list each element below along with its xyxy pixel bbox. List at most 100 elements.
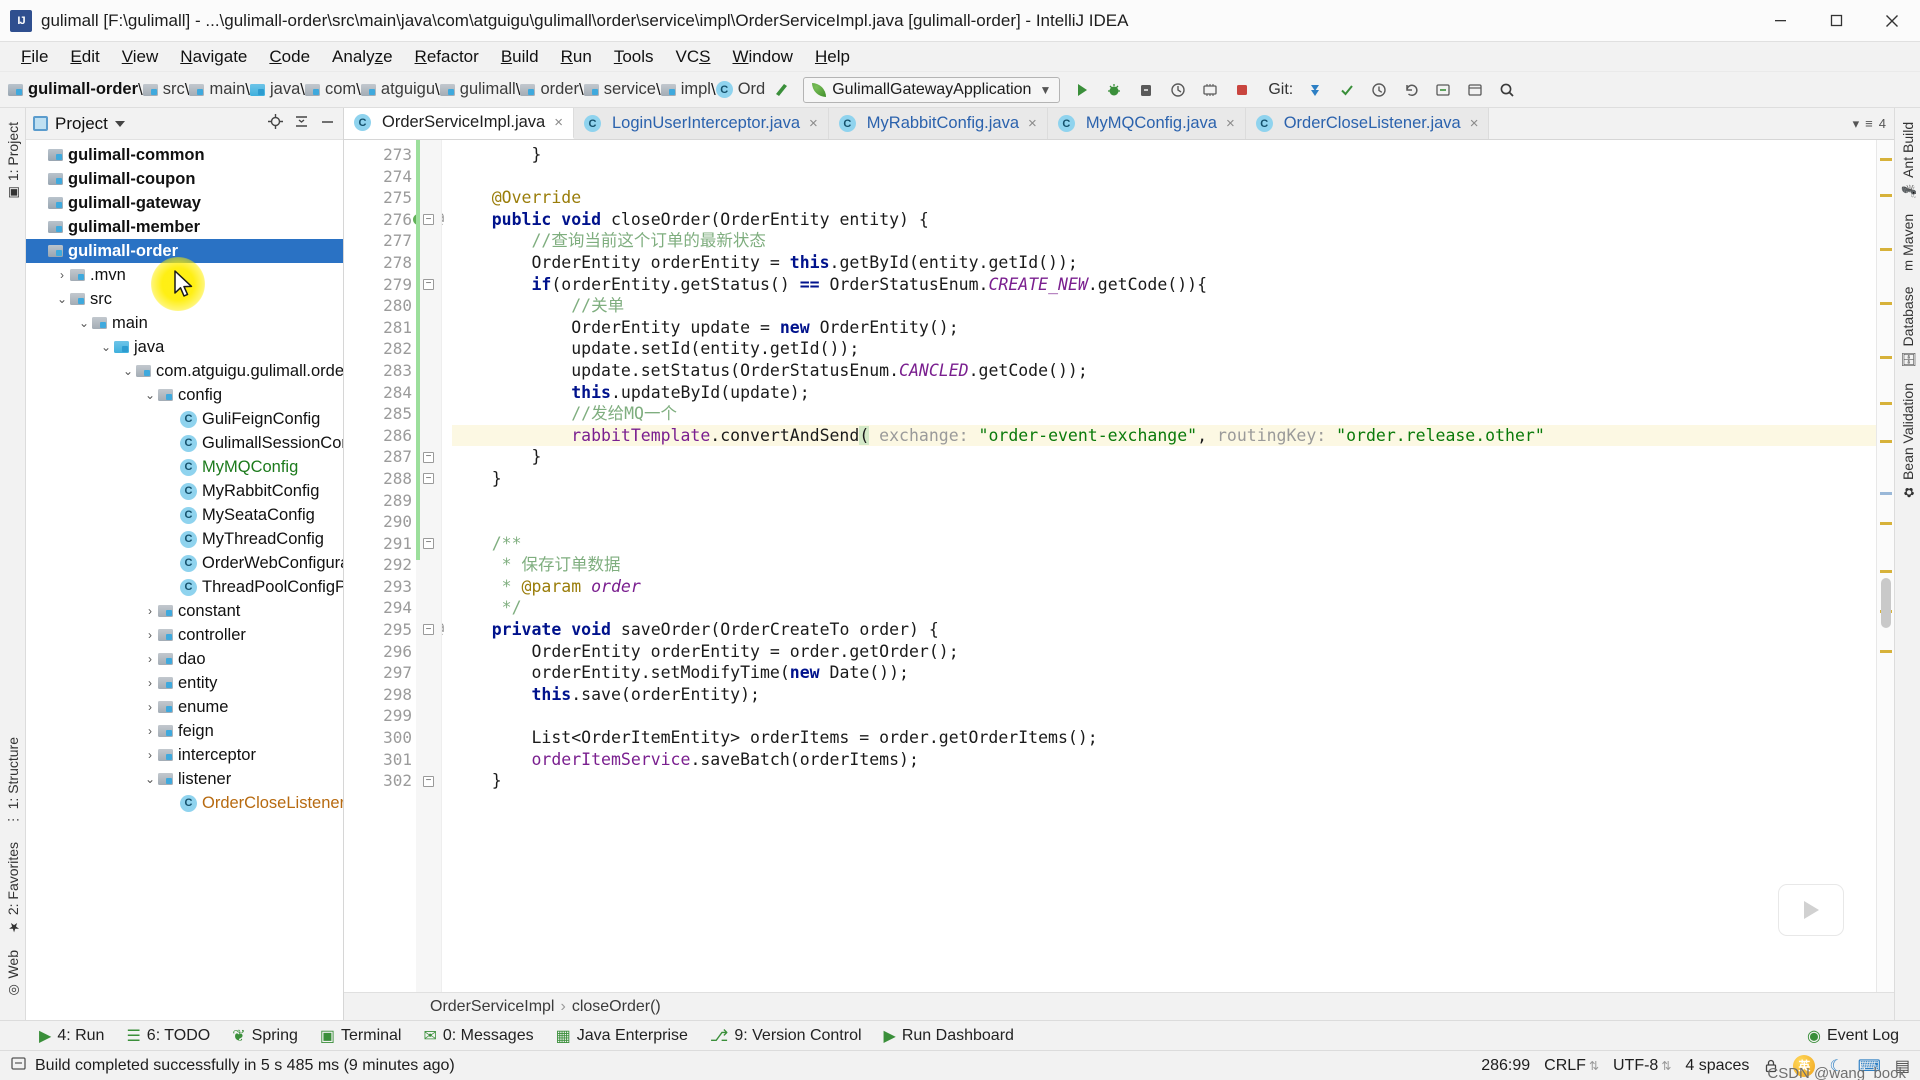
code-fold-toggle[interactable]: − (423, 624, 434, 636)
sidebar-item-web[interactable]: ◎ Web (3, 942, 23, 1006)
close-icon[interactable]: × (1028, 115, 1037, 132)
menu-help[interactable]: Help (804, 44, 861, 70)
memory-indicator-icon[interactable] (1195, 76, 1225, 104)
indent-selector[interactable]: 4 spaces (1685, 1057, 1749, 1075)
line-number[interactable]: 273 (344, 144, 416, 166)
code-line[interactable]: update.setStatus(OrderStatusEnum.CANCLED… (452, 360, 1876, 382)
warning-marker[interactable] (1880, 522, 1892, 525)
tree-item-threadpoolconfigproperties[interactable]: C ThreadPoolConfigProperties (26, 575, 343, 599)
info-marker[interactable] (1880, 492, 1892, 495)
code-line[interactable]: orderItemService.saveBatch(orderItems); (452, 749, 1876, 771)
sidebar-item-project[interactable]: ▣ 1: Project (3, 114, 23, 208)
tree-expand-arrow[interactable]: › (142, 700, 158, 714)
close-icon[interactable]: × (554, 114, 563, 131)
tree-item-mymqconfig[interactable]: C MyMQConfig (26, 455, 343, 479)
code-line[interactable]: @Override (452, 187, 1876, 209)
code-fold-toggle[interactable]: − (423, 451, 434, 463)
code-line[interactable] (452, 166, 1876, 188)
warning-marker[interactable] (1880, 356, 1892, 359)
tree-item-listener[interactable]: ⌄ listener (26, 767, 343, 791)
line-number[interactable]: 286 (344, 425, 416, 447)
sidebar-item-database[interactable]: 🗄 Database (1898, 279, 1918, 375)
code-line[interactable]: //关单 (452, 295, 1876, 317)
line-separator-selector[interactable]: CRLF ⇅ (1544, 1057, 1599, 1075)
line-number[interactable]: 300 (344, 727, 416, 749)
tree-item-mythreadconfig[interactable]: C MyThreadConfig (26, 527, 343, 551)
line-number[interactable]: 277 (344, 230, 416, 252)
line-number[interactable]: 287 (344, 446, 416, 468)
build-icon[interactable] (766, 76, 796, 104)
code-line[interactable]: rabbitTemplate.convertAndSend( exchange:… (452, 424, 1876, 447)
tree-item-gulimall-order[interactable]: gulimall-order (26, 239, 343, 263)
menu-edit[interactable]: Edit (59, 44, 110, 70)
tool-window-button-4-run[interactable]: ▶ 4: Run (30, 1023, 113, 1049)
code-line[interactable] (452, 490, 1876, 512)
tree-expand-arrow[interactable]: › (142, 724, 158, 738)
tree-item-config[interactable]: ⌄ config (26, 383, 343, 407)
line-number[interactable]: 290 (344, 511, 416, 533)
line-number[interactable]: 302 (344, 770, 416, 792)
line-number[interactable]: 275 (344, 187, 416, 209)
tree-item-feign[interactable]: › feign (26, 719, 343, 743)
breadcrumb-method-name[interactable]: closeOrder() (572, 998, 661, 1016)
line-number[interactable]: 299 (344, 705, 416, 727)
code-line[interactable]: List<OrderItemEntity> orderItems = order… (452, 727, 1876, 749)
code-line[interactable]: //发给MQ一个 (452, 403, 1876, 425)
tree-expand-arrow[interactable]: ⌄ (120, 364, 136, 378)
warning-marker[interactable] (1880, 302, 1892, 305)
menu-vcs[interactable]: VCS (665, 44, 722, 70)
line-number[interactable]: 294 (344, 597, 416, 619)
code-line[interactable]: private void saveOrder(OrderCreateTo ord… (452, 619, 1876, 641)
collapse-all-icon[interactable] (293, 113, 310, 135)
line-number[interactable]: 297 (344, 662, 416, 684)
sidebar-item-ant-build[interactable]: 🐜 Ant Build (1898, 114, 1918, 206)
code-editor[interactable]: 273274275276↑@27727827928028128228328428… (344, 140, 1894, 992)
tree-expand-arrow[interactable]: ⌄ (54, 292, 70, 306)
tree-item-gulimall-common[interactable]: gulimall-common (26, 143, 343, 167)
code-line[interactable]: //查询当前这个订单的最新状态 (452, 230, 1876, 252)
run-configuration-selector[interactable]: GulimallGatewayApplication ▼ (803, 76, 1061, 103)
code-line[interactable]: */ (452, 597, 1876, 619)
tree-item-dao[interactable]: › dao (26, 647, 343, 671)
line-number[interactable]: 284 (344, 382, 416, 404)
tree-expand-arrow[interactable]: ⌄ (142, 388, 158, 402)
tree-expand-arrow[interactable]: ⌄ (98, 340, 114, 354)
breadcrumb-order[interactable]: order (520, 80, 579, 99)
code-fold-toggle[interactable]: − (423, 537, 434, 549)
close-icon[interactable]: × (809, 115, 818, 132)
breadcrumb-atguigu[interactable]: atguigu (360, 80, 435, 99)
select-in-icon[interactable] (1428, 76, 1458, 104)
history-icon[interactable] (1364, 76, 1394, 104)
breadcrumb-gulimall[interactable]: gulimall (439, 80, 516, 99)
event-log-button[interactable]: ◉ Event Log (1798, 1023, 1908, 1049)
warning-marker[interactable] (1880, 402, 1892, 405)
tree-expand-arrow[interactable]: ⌄ (76, 316, 92, 330)
line-number[interactable]: 279 (344, 274, 416, 296)
breadcrumb-impl[interactable]: impl (660, 80, 711, 99)
line-number[interactable]: 298 (344, 684, 416, 706)
sidebar-item-bean-validation[interactable]: ✿ Bean Validation (1898, 375, 1918, 507)
warning-marker[interactable] (1880, 570, 1892, 573)
sidebar-item-maven[interactable]: m Maven (1898, 206, 1918, 279)
tree-item-main[interactable]: ⌄ main (26, 311, 343, 335)
warning-marker[interactable] (1880, 650, 1892, 653)
breadcrumb-com[interactable]: com (305, 80, 356, 99)
line-number[interactable]: 278 (344, 252, 416, 274)
menu-tools[interactable]: Tools (603, 44, 665, 70)
line-number[interactable]: 301 (344, 749, 416, 771)
line-number[interactable]: 291 (344, 533, 416, 555)
warning-marker[interactable] (1880, 248, 1892, 251)
code-line[interactable]: OrderEntity orderEntity = this.getById(e… (452, 252, 1876, 274)
editor-tab-ordercloselistener[interactable]: C OrderCloseListener.java × (1245, 108, 1490, 139)
editor-tab-myrabbitconfig[interactable]: C MyRabbitConfig.java × (828, 108, 1048, 139)
line-number[interactable]: 293 (344, 576, 416, 598)
line-number[interactable]: 280 (344, 295, 416, 317)
line-number[interactable]: 281 (344, 317, 416, 339)
chevron-down-icon[interactable] (114, 120, 125, 127)
tree-item-controller[interactable]: › controller (26, 623, 343, 647)
menu-window[interactable]: Window (721, 44, 803, 70)
code-folding-gutter[interactable]: − − − − − − − (416, 140, 442, 992)
breadcrumb-gulimall-order[interactable]: gulimall-order (8, 80, 138, 99)
tree-item-com-atguigu-gulimall-order[interactable]: ⌄ com.atguigu.gulimall.order (26, 359, 343, 383)
project-tree[interactable]: gulimall-common gulimall-coupon gulimall-g… (26, 140, 343, 1020)
